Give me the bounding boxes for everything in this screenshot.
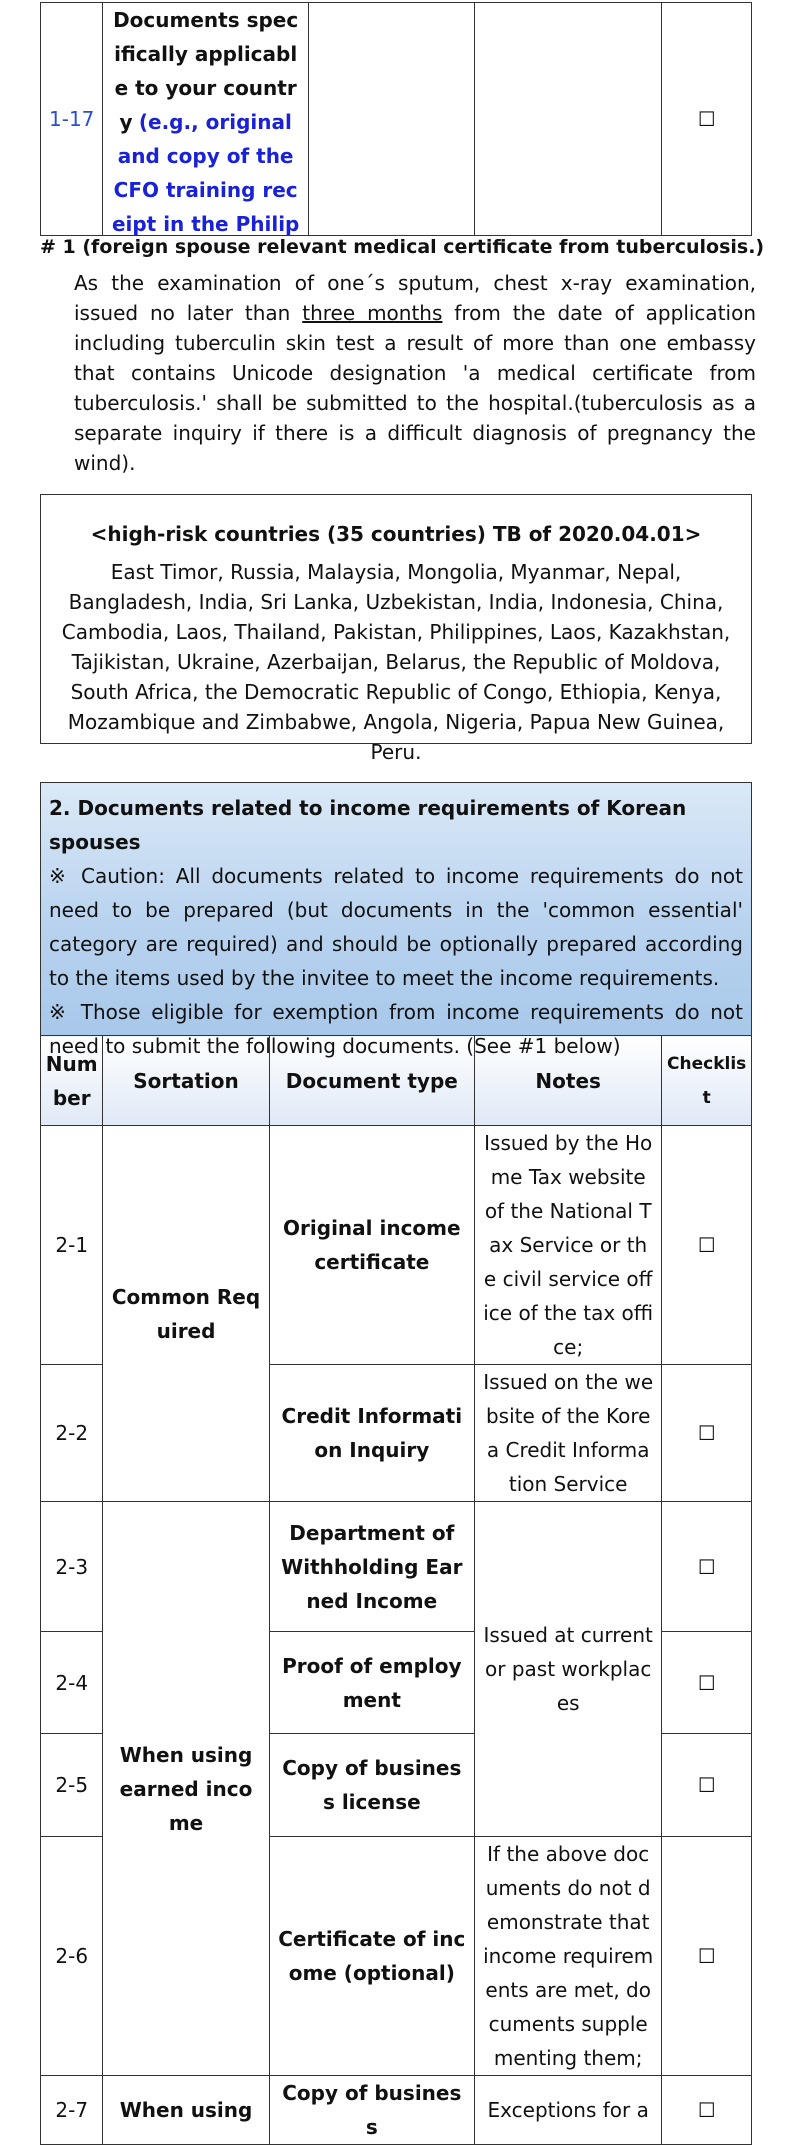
checkbox-glyph: ☐ — [697, 1421, 716, 1445]
section-2: 2. Documents related to income requireme… — [39, 782, 752, 2145]
checkbox-glyph: ☐ — [697, 2098, 716, 2122]
checkbox[interactable]: ☐ — [661, 1501, 752, 1632]
table-row: 1-17 Documents specifically applicable t… — [39, 2, 752, 236]
document-type: Certificate of income (optional) — [268, 1836, 476, 2076]
checkbox[interactable]: ☐ — [661, 1631, 752, 1734]
empty-cell — [474, 2, 663, 236]
top-table: 1-17 Documents specifically applicable t… — [39, 2, 752, 236]
high-risk-title: <high-risk countries (35 countries) TB o… — [90, 522, 702, 546]
note-cell: Issued by the Home Tax website of the Na… — [474, 1125, 663, 1365]
checkbox[interactable]: ☐ — [661, 2, 752, 236]
row-number: 2-2 — [39, 1364, 104, 1502]
row-number: 2-4 — [39, 1631, 104, 1734]
header-number: Number — [39, 1035, 104, 1126]
checkbox-glyph: ☐ — [697, 1554, 716, 1579]
checkbox-glyph: ☐ — [697, 1670, 716, 1695]
table-row: 2-3 When using earned income Department … — [39, 1501, 752, 2076]
header-checklist: Checklist — [661, 1035, 752, 1126]
note-cell: Issued on the website of the Korea Credi… — [474, 1364, 663, 1502]
checkbox-glyph: ☐ — [697, 1944, 716, 1968]
document-type: Copy of business — [268, 2075, 476, 2145]
checkbox[interactable]: ☐ — [661, 1125, 752, 1365]
group-earned-income: When using earned income — [102, 1501, 270, 2076]
checkbox[interactable]: ☐ — [661, 1733, 752, 1837]
note-body: As the examination of one´s sputum, ches… — [74, 268, 756, 478]
document-type: Copy of business license — [268, 1733, 476, 1837]
top-table-grid: 1-17 Documents specifically applicable t… — [39, 2, 752, 236]
note-underlined-text: three months — [302, 301, 443, 325]
row-number: 2-7 — [39, 2075, 104, 2145]
group-last: When using — [102, 2075, 270, 2145]
income-documents-table: Number Sortation Document type Notes Che… — [39, 1035, 752, 2145]
document-type: Original income certificate — [268, 1125, 476, 1365]
row-number: 2-1 — [39, 1125, 104, 1365]
checkbox-glyph: ☐ — [697, 1773, 716, 1797]
section-2-title: 2. Documents related to income requireme… — [49, 796, 687, 854]
empty-cell — [307, 2, 476, 236]
document-type: Proof of employment — [268, 1631, 476, 1734]
caution-text: ※ Caution: All documents related to inco… — [49, 864, 743, 990]
note-cell: Issued at current or past workplaces — [474, 1501, 663, 1837]
group-common-required: Common Required — [102, 1125, 270, 1502]
document-cell: Documents specifically applicable to you… — [102, 2, 309, 236]
note-text-2: from the date of application including t… — [74, 301, 756, 475]
high-risk-box: <high-risk countries (35 countries) TB o… — [40, 494, 752, 764]
section-2-header: 2. Documents related to income requireme… — [40, 782, 752, 1058]
row-number: 2-6 — [39, 1836, 104, 2076]
row-number: 2-5 — [39, 1733, 104, 1837]
table-row: 2-7 When using Copy of business Exceptio… — [39, 2075, 752, 2145]
checkbox[interactable]: ☐ — [661, 2075, 752, 2145]
note-title: # 1 (foreign spouse relevant medical cer… — [40, 236, 765, 258]
checkbox-glyph: ☐ — [697, 107, 716, 131]
checkbox[interactable]: ☐ — [661, 1836, 752, 2076]
note-cell: Exceptions for a — [474, 2075, 663, 2145]
document-example-text: (e.g., original and copy of the CFO trai… — [111, 110, 300, 235]
checkbox[interactable]: ☐ — [661, 1364, 752, 1502]
high-risk-countries: East Timor, Russia, Malaysia, Mongolia, … — [61, 560, 731, 764]
note-cell: If the above documents do not demonstrat… — [474, 1836, 663, 2076]
document-type: Department of Withholding Earned Income — [268, 1501, 476, 1632]
checkbox-glyph: ☐ — [697, 1233, 716, 1257]
table-row: 2-1 Common Required Original income cert… — [39, 1125, 752, 1502]
document-type: Credit Information Inquiry — [268, 1364, 476, 1502]
row-number: 2-3 — [39, 1501, 104, 1632]
row-number: 1-17 — [39, 2, 104, 236]
